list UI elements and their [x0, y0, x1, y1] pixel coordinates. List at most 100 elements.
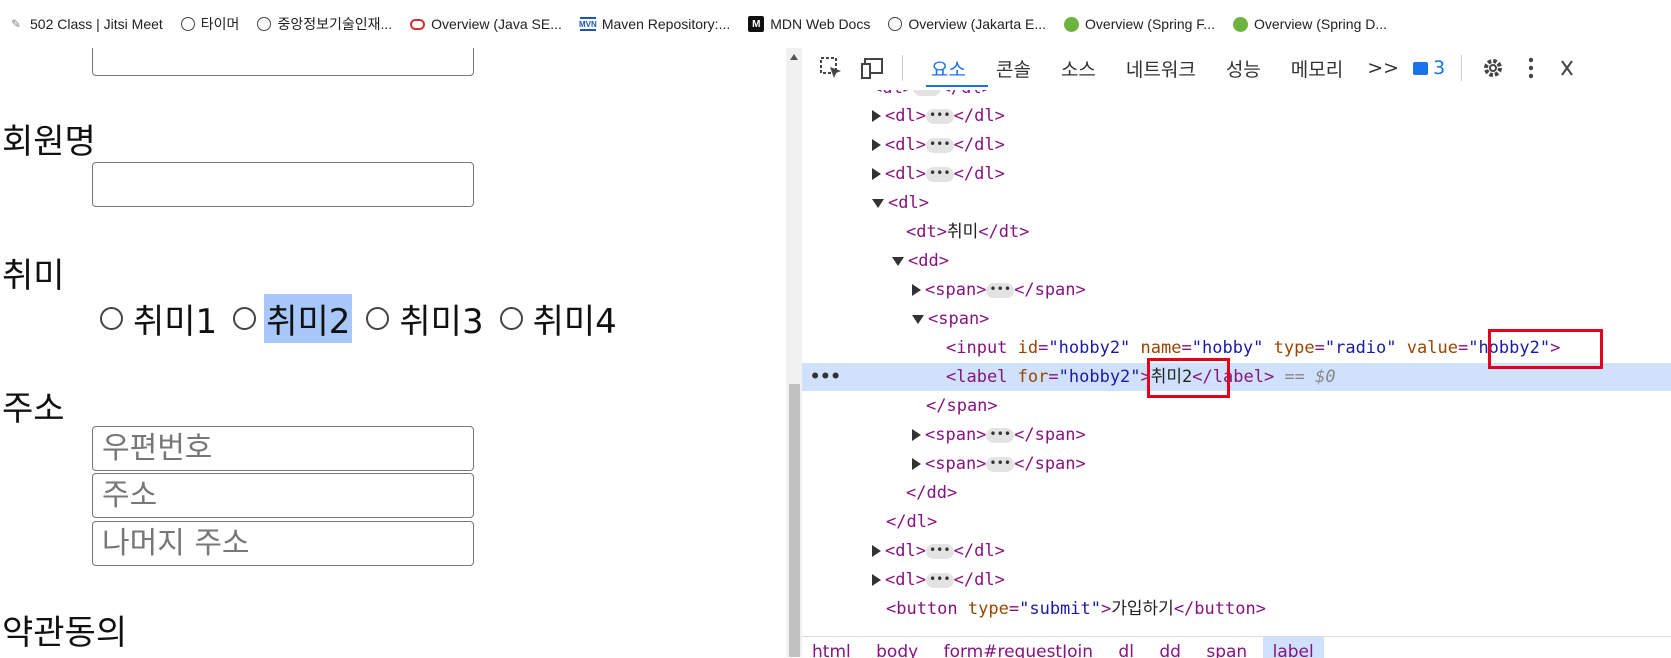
- bookmark-timer[interactable]: 타이머: [180, 14, 240, 34]
- expand-triangle-icon[interactable]: [872, 574, 881, 586]
- collapse-triangle-icon[interactable]: [892, 256, 904, 266]
- device-toolbar-icon[interactable]: [860, 55, 886, 81]
- hobby1-radio[interactable]: [100, 307, 123, 330]
- spring-icon: [1064, 16, 1080, 32]
- page-scrollbar[interactable]: [786, 48, 802, 657]
- dom-row[interactable]: <dl>: [802, 189, 1671, 217]
- collapse-triangle-icon[interactable]: [912, 314, 924, 324]
- bookmark-label: Overview (Java SE...: [431, 16, 562, 32]
- dom-row[interactable]: </dd>: [802, 479, 1671, 507]
- breadcrumb-dl[interactable]: dl: [1108, 637, 1144, 658]
- dom-row[interactable]: <dl>•••</dl>: [802, 566, 1671, 594]
- more-tabs-button[interactable]: >>: [1367, 57, 1399, 79]
- breadcrumb-form[interactable]: form#requestJoin: [934, 637, 1103, 658]
- dom-row[interactable]: <span> ••• </span>: [802, 421, 1671, 449]
- expand-triangle-icon[interactable]: [872, 139, 881, 151]
- tab-memory[interactable]: 메모리: [1291, 55, 1343, 82]
- hobby3-label[interactable]: 취미3: [397, 294, 485, 343]
- breadcrumb-label[interactable]: label: [1262, 637, 1324, 658]
- breadcrumb-span[interactable]: span: [1196, 637, 1257, 658]
- ellipsis-icon[interactable]: •••: [925, 543, 954, 559]
- hobby1-label[interactable]: 취미1: [131, 294, 219, 343]
- tab-network[interactable]: 네트워크: [1126, 55, 1196, 82]
- annotation-box-value: [1488, 329, 1603, 369]
- address-input-box[interactable]: [92, 473, 474, 518]
- ellipsis-icon[interactable]: •••: [912, 90, 941, 96]
- issues-button[interactable]: 3: [1413, 57, 1445, 79]
- bookmark-java-se[interactable]: Overview (Java SE...: [410, 16, 562, 32]
- dom-row[interactable]: <dl>•••</dl>: [802, 102, 1671, 130]
- scroll-up-arrow-icon[interactable]: [790, 54, 798, 60]
- maven-icon: MVN: [579, 17, 597, 31]
- detail-address-input[interactable]: [93, 522, 473, 565]
- expand-triangle-icon[interactable]: [912, 284, 921, 296]
- hobby4-label[interactable]: 취미4: [531, 294, 619, 343]
- bookmark-central-it[interactable]: 중앙정보기술인재...: [257, 14, 392, 34]
- dom-row[interactable]: <dl>•••</dl>: [802, 537, 1671, 565]
- globe-icon: [180, 17, 195, 31]
- breadcrumb-body[interactable]: body: [866, 637, 928, 658]
- tab-console[interactable]: 콘솔: [996, 55, 1031, 82]
- close-icon[interactable]: [1554, 55, 1580, 81]
- ellipsis-icon[interactable]: •••: [986, 456, 1015, 472]
- address-input[interactable]: [93, 474, 473, 517]
- dom-row[interactable]: <dt>취미</dt>: [802, 218, 1671, 246]
- dom-row[interactable]: <dl>•••</dl>: [802, 160, 1671, 188]
- expand-triangle-icon[interactable]: [872, 545, 881, 557]
- expand-triangle-icon[interactable]: [912, 458, 921, 470]
- bookmark-jitsi[interactable]: ✎ 502 Class | Jitsi Meet: [8, 16, 163, 32]
- ellipsis-icon[interactable]: •••: [925, 572, 954, 588]
- row-actions-icon[interactable]: •••: [810, 363, 841, 391]
- issues-icon: [1413, 61, 1429, 75]
- bookmark-spring-data[interactable]: Overview (Spring D...: [1232, 16, 1387, 32]
- zip-input-box[interactable]: [92, 426, 474, 471]
- tab-elements[interactable]: 요소: [931, 55, 966, 82]
- expand-triangle-icon[interactable]: [872, 168, 881, 180]
- ellipsis-icon[interactable]: •••: [986, 282, 1015, 298]
- bookmark-label: 타이머: [200, 16, 240, 32]
- member-name-input[interactable]: [93, 163, 473, 206]
- tab-sources[interactable]: 소스: [1061, 55, 1096, 82]
- collapse-triangle-icon[interactable]: [872, 198, 884, 208]
- expand-triangle-icon[interactable]: [912, 429, 921, 441]
- hobby3-radio[interactable]: [366, 307, 390, 330]
- dom-row[interactable]: <dl>•••</dl>: [872, 90, 1671, 102]
- previous-input[interactable]: [92, 48, 474, 76]
- member-name-input-box[interactable]: [92, 162, 474, 207]
- more-options-icon[interactable]: [1518, 55, 1544, 81]
- bookmark-mdn[interactable]: M MDN Web Docs: [748, 16, 870, 32]
- dom-row[interactable]: </span>: [802, 392, 1671, 420]
- hobby2-radio[interactable]: [233, 307, 257, 330]
- dom-row[interactable]: <dl>•••</dl>: [802, 131, 1671, 159]
- ellipsis-icon[interactable]: •••: [925, 108, 954, 124]
- breadcrumb-dd[interactable]: dd: [1149, 637, 1191, 658]
- zip-input[interactable]: [93, 427, 473, 470]
- ellipsis-icon[interactable]: •••: [925, 137, 954, 153]
- globe-icon: [888, 17, 903, 31]
- bookmark-maven[interactable]: MVN Maven Repository:...: [579, 16, 730, 32]
- bookmark-spring-framework[interactable]: Overview (Spring F...: [1064, 16, 1215, 32]
- inspect-element-icon[interactable]: [818, 55, 844, 81]
- breadcrumb-html[interactable]: html: [802, 637, 861, 658]
- expand-triangle-icon[interactable]: [872, 110, 881, 122]
- issues-count: 3: [1433, 57, 1446, 79]
- ellipsis-icon[interactable]: •••: [925, 166, 954, 182]
- dom-row[interactable]: <dd>: [802, 247, 1671, 275]
- page-viewport: 회원명 취미 취미1 취미2 취미3 취미4 주소 약관동의: [0, 48, 786, 657]
- scroll-thumb[interactable]: [789, 384, 800, 657]
- detail-address-input-box[interactable]: [92, 521, 474, 566]
- previous-field[interactable]: [93, 48, 473, 75]
- dom-row[interactable]: <span> ••• </span>: [802, 450, 1671, 478]
- jitsi-icon: ✎: [10, 17, 22, 31]
- settings-gear-icon[interactable]: [1480, 55, 1506, 81]
- dom-row-button[interactable]: <button type="submit">가입하기</button>: [802, 595, 1671, 623]
- tab-performance[interactable]: 성능: [1226, 55, 1261, 82]
- hobby4-radio[interactable]: [499, 307, 523, 330]
- bookmark-label: 502 Class | Jitsi Meet: [30, 16, 163, 32]
- dom-row[interactable]: <span> ••• </span>: [802, 276, 1671, 304]
- bookmark-jakarta[interactable]: Overview (Jakarta E...: [888, 16, 1046, 32]
- active-tab-indicator: [926, 85, 988, 87]
- dom-row[interactable]: </dl>: [802, 508, 1671, 536]
- hobby2-label[interactable]: 취미2: [264, 294, 353, 343]
- ellipsis-icon[interactable]: •••: [986, 427, 1015, 443]
